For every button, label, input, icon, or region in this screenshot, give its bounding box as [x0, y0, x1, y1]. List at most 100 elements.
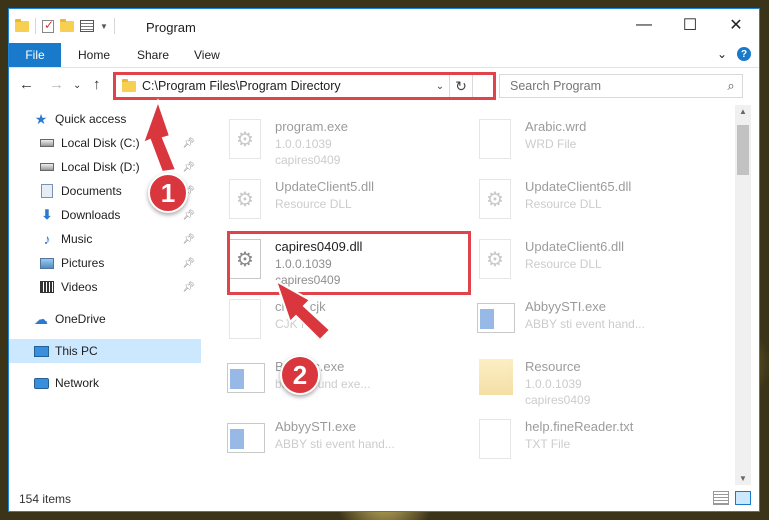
sidebar-item-local-disk-c[interactable]: Local Disk (C:) 📌︎	[9, 131, 201, 155]
expand-ribbon-icon[interactable]: ⌄	[717, 47, 727, 61]
file-item-program-exe[interactable]: ⚙ program.exe 1.0.0.1039 capires0409	[209, 115, 459, 169]
file-name: Resource	[525, 359, 581, 374]
explorer-window: ▼ Program — ☐ ✕ File Home Share View ⌄ ?…	[8, 8, 760, 512]
file-icon	[479, 119, 511, 159]
file-item-help-txt[interactable]: help.fineReader.txt TXT File	[459, 415, 709, 469]
file-item-abbyysti-exe-2[interactable]: AbbyySTI.exe ABBY sti event hand...	[209, 415, 459, 469]
scroll-thumb[interactable]	[737, 125, 749, 175]
file-icon	[479, 419, 511, 459]
file-name: AbbyySTI.exe	[275, 419, 356, 434]
sidebar-item-label: Local Disk (C:)	[61, 136, 140, 150]
file-name: AbbyySTI.exe	[525, 299, 606, 314]
help-icon[interactable]: ?	[737, 47, 751, 61]
file-description: ABBY sti event hand...	[525, 317, 645, 331]
file-item-abbyysti-exe[interactable]: AbbyySTI.exe ABBY sti event hand...	[459, 295, 709, 349]
navigation-pane: ★ Quick access Local Disk (C:) 📌︎ Local …	[9, 105, 201, 485]
sidebar-item-this-pc[interactable]: This PC	[9, 339, 201, 363]
scroll-down-icon[interactable]: ▼	[735, 474, 751, 483]
disk-icon	[39, 160, 55, 174]
sidebar-item-label: This PC	[55, 344, 98, 358]
properties-check-icon[interactable]	[42, 18, 54, 33]
large-icons-view-icon[interactable]	[735, 491, 751, 505]
file-version: 1.0.0.1039	[525, 377, 582, 391]
search-box[interactable]: ⌕	[499, 74, 743, 98]
sidebar-item-videos[interactable]: Videos 📌︎	[9, 275, 201, 299]
pin-icon[interactable]: 📌︎	[182, 282, 195, 293]
file-item-clean-cjk[interactable]: clean.cjk CJK File	[209, 295, 459, 349]
pin-icon[interactable]: 📌︎	[182, 258, 195, 269]
file-type: Resource DLL	[525, 197, 602, 211]
file-item-updateclient6-dll[interactable]: ⚙ UpdateClient6.dll Resource DLL	[459, 235, 709, 289]
file-version: 1.0.0.1039	[275, 137, 332, 151]
exe-icon: ⚙	[229, 119, 261, 159]
file-description: ABBY sti event hand...	[275, 437, 395, 451]
sidebar-item-label: OneDrive	[55, 312, 106, 326]
recent-locations-button[interactable]: ⌄	[73, 80, 81, 91]
file-name: UpdateClient65.dll	[525, 179, 632, 194]
sidebar-item-network[interactable]: Network	[9, 371, 201, 395]
file-type: Resource DLL	[525, 257, 602, 271]
file-item-updateclient65-dll[interactable]: ⚙ UpdateClient65.dll Resource DLL	[459, 175, 709, 229]
close-button[interactable]: ✕	[713, 9, 759, 41]
status-bar: 154 items	[9, 487, 759, 511]
pin-icon[interactable]: 📌︎	[182, 234, 195, 245]
new-folder-icon[interactable]	[60, 18, 74, 32]
tab-home[interactable]: Home	[78, 48, 110, 62]
disk-icon	[39, 136, 55, 150]
address-highlight-box	[113, 72, 496, 100]
ribbon-tabs: File Home Share View ⌄ ?	[9, 43, 759, 68]
file-name: UpdateClient5.dll	[275, 179, 375, 194]
tab-file[interactable]: File	[9, 43, 61, 67]
pc-icon	[33, 344, 49, 358]
file-type: Resource DLL	[275, 197, 352, 211]
up-button[interactable]: ↑	[93, 76, 101, 93]
dll-icon: ⚙	[479, 239, 511, 279]
ribbon-right: ⌄ ?	[717, 47, 751, 61]
network-icon	[33, 376, 49, 390]
file-description: capires0409	[525, 393, 591, 407]
details-view-icon[interactable]	[713, 491, 729, 505]
sidebar-item-label: Videos	[61, 280, 98, 294]
file-item-updateclient5-dll[interactable]: ⚙ UpdateClient5.dll Resource DLL	[209, 175, 459, 229]
sidebar-item-onedrive[interactable]: ☁ OneDrive	[9, 307, 201, 331]
file-icon	[229, 299, 261, 339]
properties-icon[interactable]	[80, 20, 94, 32]
maximize-button[interactable]: ☐	[667, 9, 713, 41]
sidebar-item-label: Music	[61, 232, 93, 246]
file-name: UpdateClient6.dll	[525, 239, 625, 254]
dll-icon: ⚙	[479, 179, 511, 219]
back-button[interactable]: ←	[19, 76, 34, 93]
file-name: Arabic.wrd	[525, 119, 587, 134]
file-description: capires0409	[275, 153, 341, 167]
tab-share[interactable]: Share	[137, 48, 169, 62]
sidebar-item-quick-access[interactable]: ★ Quick access	[9, 107, 201, 131]
step-marker-one: 1	[148, 173, 188, 213]
sidebar-item-pictures[interactable]: Pictures 📌︎	[9, 251, 201, 275]
sidebar-item-label: Pictures	[61, 256, 105, 270]
tab-view[interactable]: View	[194, 48, 220, 62]
file-item-bgexec-exe[interactable]: BgExec.exe background exe...	[209, 355, 459, 409]
file-highlight-box	[227, 231, 471, 295]
window-title: Program	[146, 20, 196, 35]
file-type: TXT File	[525, 437, 571, 451]
search-input[interactable]	[508, 78, 720, 94]
pin-icon[interactable]: 📌︎	[182, 138, 195, 149]
downloads-icon: ⬇	[41, 207, 53, 222]
vertical-scrollbar[interactable]: ▲ ▼	[735, 105, 751, 485]
window-controls: — ☐ ✕	[621, 9, 759, 41]
minimize-button[interactable]: —	[621, 9, 667, 41]
file-item-resource-folder[interactable]: Resource 1.0.0.1039 capires0409	[459, 355, 709, 409]
pin-icon[interactable]: 📌︎	[182, 162, 195, 173]
sidebar-item-music[interactable]: ♪ Music 📌︎	[9, 227, 201, 251]
quick-access-toolbar: ▼	[15, 18, 115, 34]
scroll-up-icon[interactable]: ▲	[735, 107, 751, 116]
pin-icon[interactable]: 📌︎	[182, 210, 195, 221]
sidebar-item-label: Local Disk (D:)	[61, 160, 140, 174]
toolbar-customize-icon[interactable]: ▼	[100, 22, 108, 31]
folder-icon[interactable]	[15, 18, 29, 32]
file-type: CJK File	[275, 317, 321, 331]
exe-icon	[227, 423, 265, 453]
forward-button[interactable]: →	[49, 76, 64, 93]
search-icon[interactable]: ⌕	[720, 78, 742, 94]
file-item-arabic-wrd[interactable]: Arabic.wrd WRD File	[459, 115, 709, 169]
